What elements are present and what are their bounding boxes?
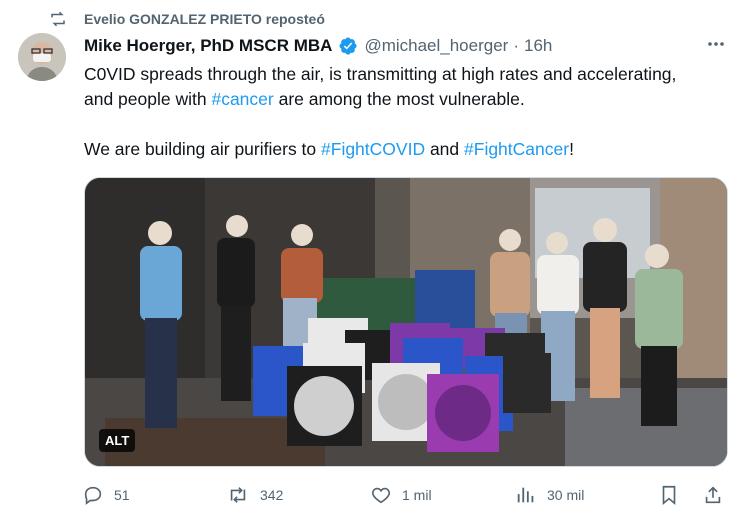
- more-options-icon[interactable]: [706, 34, 726, 59]
- repost-icon: [51, 11, 65, 27]
- repost-indicator[interactable]: Evelio GONZALEZ PRIETO reposteó: [48, 8, 325, 30]
- hashtag-fightcancer[interactable]: #FightCancer: [464, 139, 569, 159]
- alt-text-badge[interactable]: ALT: [99, 429, 136, 452]
- hashtag-fightcovid[interactable]: #FightCOVID: [321, 139, 425, 159]
- reply-button[interactable]: 51: [82, 482, 130, 508]
- tweet-paragraph-2: We are building air purifiers to #FightC…: [84, 137, 734, 162]
- separator-dot: ·: [513, 36, 519, 55]
- tweet-p2-mid: and: [425, 139, 465, 159]
- repost-action-icon: [230, 487, 246, 503]
- author-name[interactable]: Mike Hoerger, PhD MSCR MBA: [84, 36, 332, 56]
- verified-badge-icon: [338, 36, 358, 56]
- group-photo-illustration: [85, 178, 727, 466]
- hashtag-cancer[interactable]: #cancer: [211, 89, 273, 109]
- heart-icon: [372, 487, 390, 504]
- timestamp[interactable]: 16h: [524, 36, 552, 56]
- author-handle[interactable]: @michael_hoerger: [364, 36, 508, 56]
- tweet-line-1: C0VID spreads through the air, is transm…: [84, 64, 677, 84]
- action-bar: 51 342 1 mil 30 mil: [82, 482, 732, 508]
- share-button[interactable]: [702, 482, 724, 508]
- avatar-image: [18, 33, 66, 81]
- bookmark-button[interactable]: [658, 482, 680, 508]
- like-button[interactable]: 1 mil: [370, 482, 432, 508]
- tweet-p2-suffix: !: [569, 139, 574, 159]
- reply-count: 51: [114, 487, 130, 503]
- repost-button[interactable]: 342: [226, 482, 283, 508]
- repost-count: 342: [260, 487, 284, 503]
- avatar[interactable]: [18, 33, 66, 81]
- tweet-photo[interactable]: ALT: [84, 177, 728, 467]
- like-count: 1 mil: [402, 487, 432, 503]
- repost-label: Evelio GONZALEZ PRIETO reposteó: [84, 11, 325, 27]
- views-button[interactable]: 30 mil: [515, 482, 584, 508]
- tweet-line-2-prefix: and people with: [84, 89, 212, 109]
- tweet-text: C0VID spreads through the air, is transm…: [84, 62, 734, 162]
- bookmark-icon: [662, 485, 676, 506]
- tweet-line-2-suffix: are among the most vulnerable.: [273, 89, 525, 109]
- reply-icon: [84, 486, 102, 505]
- tweet-p2-prefix: We are building air purifiers to: [84, 139, 322, 159]
- share-icon: [705, 486, 721, 504]
- tweet-paragraph-1: C0VID spreads through the air, is transm…: [84, 62, 734, 112]
- tweet-header: Mike Hoerger, PhD MSCR MBA @michael_hoer…: [84, 34, 720, 58]
- analytics-icon: [517, 487, 534, 503]
- views-count: 30 mil: [547, 487, 585, 503]
